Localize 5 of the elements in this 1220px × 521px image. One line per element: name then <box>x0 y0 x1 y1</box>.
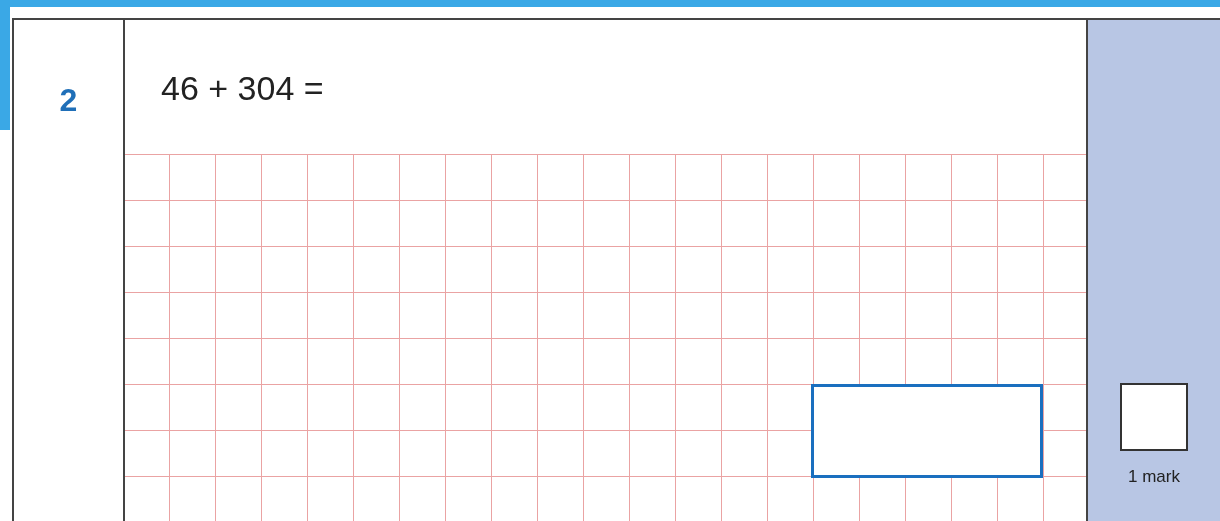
mark-box[interactable] <box>1120 383 1188 451</box>
answer-box[interactable] <box>811 384 1043 478</box>
question-text: 46 + 304 = <box>161 69 324 107</box>
question-number: 2 <box>59 82 78 118</box>
mark-label: 1 mark <box>1128 467 1180 487</box>
